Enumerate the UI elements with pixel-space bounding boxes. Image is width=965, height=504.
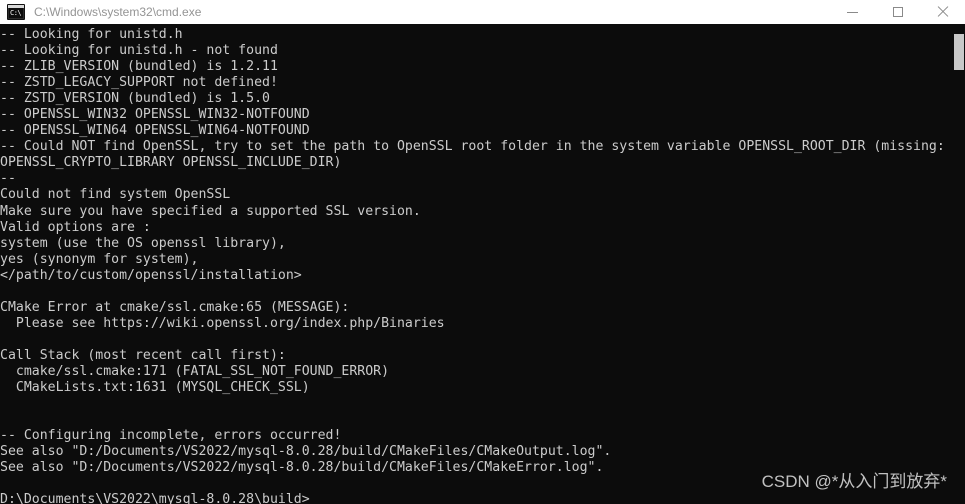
console-scrollbar[interactable]: [953, 24, 965, 504]
close-button[interactable]: [920, 0, 965, 24]
console-output-area[interactable]: -- Looking for unistd.h -- Looking for u…: [0, 24, 965, 504]
console-text: -- Looking for unistd.h -- Looking for u…: [0, 27, 945, 504]
maximize-button[interactable]: [875, 0, 920, 24]
close-icon: [937, 6, 949, 18]
scrollbar-thumb[interactable]: [954, 34, 964, 70]
minimize-icon: [847, 11, 858, 13]
window-titlebar[interactable]: C:\ C:\Windows\system32\cmd.exe: [0, 0, 965, 24]
cmd-window: C:\ C:\Windows\system32\cmd.exe -- Looki…: [0, 0, 965, 504]
cmd-icon-prompt: C:\: [10, 9, 22, 17]
window-title: C:\Windows\system32\cmd.exe: [34, 5, 202, 19]
titlebar-identity: C:\ C:\Windows\system32\cmd.exe: [0, 4, 201, 20]
window-controls: [830, 0, 965, 24]
maximize-icon: [892, 7, 903, 17]
cmd-icon-bar: [8, 5, 24, 8]
minimize-button[interactable]: [830, 0, 875, 24]
csdn-watermark: CSDN @*从入门到放弃*: [761, 472, 947, 491]
cmd-icon: C:\: [7, 4, 25, 20]
